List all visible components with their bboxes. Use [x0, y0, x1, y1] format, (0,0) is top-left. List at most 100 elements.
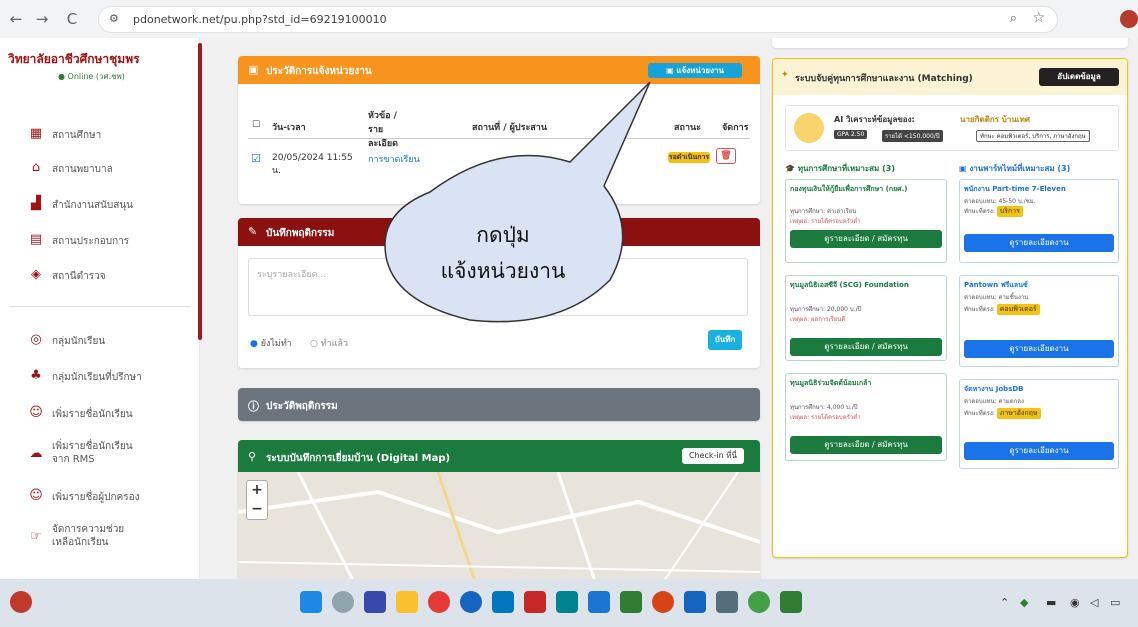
battery-icon[interactable]: ▭ — [1110, 596, 1120, 609]
job-detail-button[interactable]: ดูรายละเอียดงาน — [964, 234, 1114, 252]
job-skill-tag: คอมพิวเตอร์ — [996, 304, 1040, 315]
update-data-button[interactable]: อัปเดตข้อมูล — [1039, 68, 1119, 86]
job-pay: ค่าตอบแทน: 45-50 บ./ชม. — [964, 198, 1036, 205]
store-icon[interactable] — [492, 591, 514, 613]
job-skills-label: ทักษะที่ตรง: — [964, 306, 995, 313]
job-card: จัดหางาน JobsDB ค่าตอบแทน: ตามตกลง ทักษะ… — [959, 379, 1119, 469]
sidebar-item-support[interactable]: ▟ สำนักงานสนับสนุน — [0, 192, 195, 218]
edge-icon[interactable] — [460, 591, 482, 613]
address-bar[interactable]: ⚙ pdonetwork.net/pu.php?std_id=692191000… — [98, 6, 1058, 33]
scholarship-apply-button[interactable]: ดูรายละเอียด / สมัครทุน — [790, 436, 942, 454]
notify-agency-button[interactable]: ▣ แจ้งหน่วยงาน — [648, 63, 742, 78]
sidebar-item-label: สถานศึกษา — [52, 130, 102, 141]
job-skills-label: ทักษะที่ตรง: — [964, 208, 995, 215]
sidebar-item-student-group[interactable]: ◎ กลุ่มนักเรียน — [0, 328, 195, 354]
app-icon[interactable] — [428, 591, 450, 613]
profile-avatar[interactable] — [1120, 10, 1138, 28]
building-icon: ▦ — [29, 126, 43, 141]
job-skills: ทักษะที่ตรง: บริการ — [964, 206, 1023, 217]
job-detail-button[interactable]: ดูรายละเอียดงาน — [964, 340, 1114, 358]
radio-done[interactable]: ○ ทำแล้ว — [310, 336, 348, 350]
save-behavior-button[interactable]: บันทึก — [708, 330, 742, 350]
line-icon[interactable] — [780, 591, 802, 613]
office-icon: ▤ — [29, 232, 43, 247]
app-tray-icon[interactable]: ◆ — [1020, 596, 1028, 609]
wifi-icon[interactable]: ◉ — [1070, 596, 1080, 609]
notify-agency-label: แจ้งหน่วยงาน — [676, 66, 724, 75]
app-icon[interactable] — [556, 591, 578, 613]
sidebar-item-advisor-group[interactable]: ♣ กลุ่มนักเรียนที่ปรึกษา — [0, 364, 195, 390]
row-topic[interactable]: การขาดเรียน — [368, 152, 420, 166]
sidebar-item-police[interactable]: ◈ สถานีตำรวจ — [0, 263, 195, 289]
app-icon[interactable] — [716, 591, 738, 613]
zoom-icon[interactable]: ⌕ — [1010, 11, 1017, 26]
scholarship-card: ทุนมูลนิธิเอสซีจี (SCG) Foundation ทุนกา… — [785, 275, 947, 361]
sidebar-item-label: เพิ่มรายชื่อนักเรียน — [52, 409, 133, 420]
sidebar-item-business[interactable]: ▤ สถานประกอบการ — [0, 228, 195, 254]
scholarship-name: ทุนมูลนิธิร่วมจิตต์น้อมเกล้า — [790, 379, 872, 387]
sidebar-item-label: เพิ่มรายชื่อนักเรียนจาก RMS — [52, 441, 133, 465]
app-icon[interactable] — [652, 591, 674, 613]
callout-text: กดปุ่ม แจ้งหน่วยงาน — [390, 217, 616, 289]
bookmark-star-icon[interactable]: ☆ — [1032, 10, 1045, 26]
col-status: สถานะ — [674, 123, 701, 133]
back-icon[interactable]: ← — [6, 9, 26, 29]
scholarship-amount: ทุนการศึกษา: ค่าเล่าเรียน — [790, 208, 857, 215]
word-icon[interactable] — [588, 591, 610, 613]
browser-toolbar: ← → C ⚙ pdonetwork.net/pu.php?std_id=692… — [0, 0, 1138, 38]
activity-header: ▣ ประวัติการแจ้งหน่วยงาน ▣ แจ้งหน่วยงาน — [238, 56, 760, 84]
delete-icon[interactable]: 🗑 — [716, 148, 736, 164]
job-detail-button[interactable]: ดูรายละเอียดงาน — [964, 442, 1114, 460]
sidebar-item-add-student[interactable]: ☺ เพิ่มรายชื่อนักเรียน — [0, 401, 195, 427]
app-icon[interactable] — [684, 591, 706, 613]
reload-icon[interactable]: C — [62, 9, 82, 29]
zoom-out-button[interactable]: − — [247, 500, 267, 519]
edit-icon: ✎ — [248, 225, 258, 238]
map-canvas[interactable]: + − — [238, 471, 760, 579]
select-all-checkbox[interactable]: ☐ — [252, 120, 260, 130]
radio-not-done-label: ยังไม่ทำ — [260, 339, 292, 349]
chevron-up-icon[interactable]: ⌃ — [1000, 596, 1009, 609]
users-icon: ♣ — [30, 368, 42, 383]
top-card-edge — [772, 38, 1128, 48]
sidebar-item-help[interactable]: ☞ จัดการความช่วยเหลือนักเรียน — [0, 521, 195, 555]
checkin-button[interactable]: Check-in ที่นี่ — [682, 448, 744, 464]
scholarship-apply-button[interactable]: ดูรายละเอียด / สมัครทุน — [790, 338, 942, 356]
site-info-icon[interactable]: ⚙ — [109, 12, 119, 25]
history-header[interactable]: ⓘ ประวัติพฤติกรรม — [238, 388, 760, 421]
zoom-in-button[interactable]: + — [247, 481, 267, 500]
network-icon[interactable]: ▬ — [1046, 596, 1056, 609]
taskview-icon[interactable] — [364, 591, 386, 613]
scholarship-apply-button[interactable]: ดูรายละเอียด / สมัครทุน — [790, 230, 942, 248]
excel-icon[interactable] — [620, 591, 642, 613]
chrome-icon[interactable] — [748, 591, 770, 613]
scholarship-amount: ทุนการศึกษา: 4,000 บ./ปี — [790, 404, 858, 411]
scholarship-reason: เหตุผล: รายได้ครอบครัวต่ำ — [790, 414, 861, 421]
url-text: pdonetwork.net/pu.php?std_id=69219100010 — [133, 13, 387, 26]
map-pin-icon: ⚲ — [248, 450, 257, 463]
radio-done-label: ทำแล้ว — [320, 339, 349, 349]
sidebar-item-label: กลุ่มนักเรียน — [52, 336, 106, 347]
job-pay: ค่าตอบแทน: ตามตกลง — [964, 398, 1024, 405]
forward-icon[interactable]: → — [32, 9, 52, 29]
sidebar-item-hospital[interactable]: ⌂ สถานพยาบาล — [0, 156, 195, 182]
map-card: ⚲ ระบบบันทึกการเยี่ยมบ้าน (Digital Map) … — [238, 440, 760, 579]
user-add-icon: ☺ — [29, 405, 43, 420]
user-icon: ☺ — [29, 488, 43, 503]
job-title-text: งานพาร์ทไทม์ที่เหมาะสม (3) — [969, 164, 1071, 173]
row-checkbox[interactable]: ☑ — [251, 152, 261, 165]
hospital-icon: ⌂ — [31, 160, 41, 175]
sidebar-item-add-rms[interactable]: ☁ เพิ่มรายชื่อนักเรียนจาก RMS — [0, 438, 195, 472]
history-card: ⓘ ประวัติพฤติกรรม — [238, 388, 760, 421]
start-icon[interactable] — [300, 591, 322, 613]
sidebar-item-add-parent[interactable]: ☺ เพิ่มรายชื่อผู้ปกครอง — [0, 484, 195, 510]
radio-not-done[interactable]: ● ยังไม่ทำ — [250, 336, 292, 350]
sidebar-scrollbar[interactable] — [198, 43, 202, 340]
folder-icon[interactable] — [396, 591, 418, 613]
circle-icon: ◎ — [30, 332, 42, 347]
sidebar-item-school[interactable]: ▦ สถานศึกษา — [0, 122, 195, 148]
volume-icon[interactable]: ◁ — [1090, 596, 1098, 609]
app-tray-icon[interactable] — [10, 591, 32, 613]
search-icon[interactable] — [332, 591, 354, 613]
app-icon[interactable] — [524, 591, 546, 613]
